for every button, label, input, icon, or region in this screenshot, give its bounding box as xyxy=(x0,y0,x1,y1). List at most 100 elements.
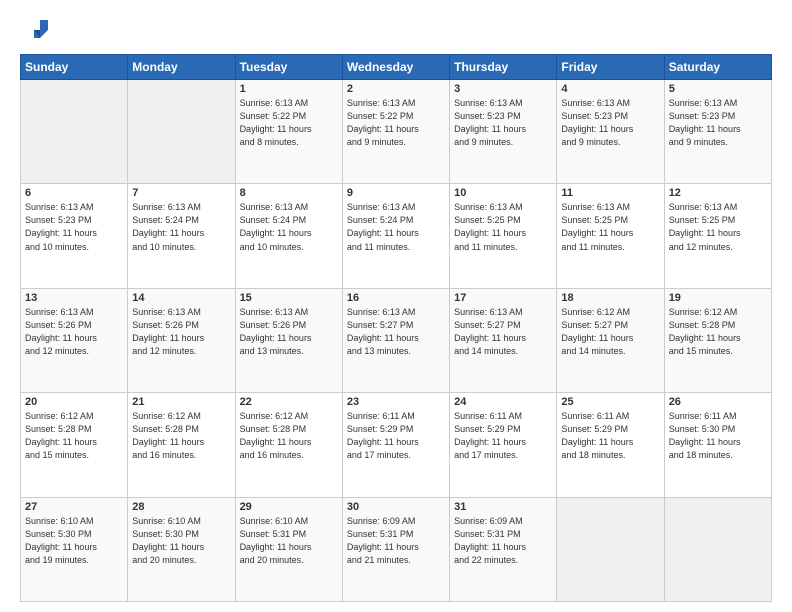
calendar-cell: 1Sunrise: 6:13 AM Sunset: 5:22 PM Daylig… xyxy=(235,80,342,184)
page: SundayMondayTuesdayWednesdayThursdayFrid… xyxy=(0,0,792,612)
calendar-cell: 3 Sunrise: 6:13 AM Sunset: 5:23 PM Daylig… xyxy=(450,80,557,184)
day-number: 20 xyxy=(25,396,123,408)
day-info: Sunrise: 6:13 AM Sunset: 5:22 PM Dayligh… xyxy=(347,97,445,149)
calendar-cell: 19 Sunrise: 6:12 AM Sunset: 5:28 PM Dayli… xyxy=(664,288,771,392)
day-number: 26 xyxy=(669,396,767,408)
calendar-cell: 27 Sunrise: 6:10 AM Sunset: 5:30 PM Dayli… xyxy=(21,497,128,601)
day-number: 16 xyxy=(347,292,445,304)
weekday-header-row: SundayMondayTuesdayWednesdayThursdayFrid… xyxy=(21,55,772,80)
day-info: Sunrise: 6:12 AM Sunset: 5:27 PM Dayligh… xyxy=(561,306,659,358)
day-number: 14 xyxy=(132,292,230,304)
calendar-cell: 16 Sunrise: 6:13 AM Sunset: 5:27 PM Dayli… xyxy=(342,288,449,392)
logo-icon xyxy=(20,16,48,44)
day-info: Sunrise: 6:10 AM Sunset: 5:30 PM Dayligh… xyxy=(25,515,123,567)
day-info: Sunrise: 6:12 AM Sunset: 5:28 PM Dayligh… xyxy=(132,410,230,462)
calendar-cell: 12Sunrise: 6:13 AM Sunset: 5:25 PM Dayli… xyxy=(664,184,771,288)
weekday-header-wednesday: Wednesday xyxy=(342,55,449,80)
calendar-cell: 20 Sunrise: 6:12 AM Sunset: 5:28 PM Dayli… xyxy=(21,393,128,497)
header xyxy=(20,16,772,44)
day-number: 31 xyxy=(454,501,552,513)
calendar-cell: 14 Sunrise: 6:13 AM Sunset: 5:26 PM Dayli… xyxy=(128,288,235,392)
calendar-table: SundayMondayTuesdayWednesdayThursdayFrid… xyxy=(20,54,772,602)
day-number: 4 xyxy=(561,83,659,95)
calendar-cell xyxy=(128,80,235,184)
day-info: Sunrise: 6:10 AM Sunset: 5:30 PM Dayligh… xyxy=(132,515,230,567)
calendar-cell: 18 Sunrise: 6:12 AM Sunset: 5:27 PM Dayli… xyxy=(557,288,664,392)
calendar-cell: 8Sunrise: 6:13 AM Sunset: 5:24 PM Daylig… xyxy=(235,184,342,288)
day-info: Sunrise: 6:13 AM Sunset: 5:23 PM Dayligh… xyxy=(25,201,123,253)
day-info: Sunrise: 6:13 AM Sunset: 5:24 PM Dayligh… xyxy=(132,201,230,253)
day-info: Sunrise: 6:11 AM Sunset: 5:29 PM Dayligh… xyxy=(347,410,445,462)
calendar-cell: 29 Sunrise: 6:10 AM Sunset: 5:31 PM Dayli… xyxy=(235,497,342,601)
day-number: 3 xyxy=(454,83,552,95)
weekday-header-monday: Monday xyxy=(128,55,235,80)
day-info: Sunrise: 6:13 AM Sunset: 5:23 PM Dayligh… xyxy=(669,97,767,149)
day-number: 27 xyxy=(25,501,123,513)
calendar-cell: 31Sunrise: 6:09 AM Sunset: 5:31 PM Dayli… xyxy=(450,497,557,601)
day-info: Sunrise: 6:13 AM Sunset: 5:24 PM Dayligh… xyxy=(347,201,445,253)
logo xyxy=(20,16,52,44)
day-info: Sunrise: 6:11 AM Sunset: 5:30 PM Dayligh… xyxy=(669,410,767,462)
day-info: Sunrise: 6:13 AM Sunset: 5:27 PM Dayligh… xyxy=(454,306,552,358)
day-number: 9 xyxy=(347,187,445,199)
day-number: 10 xyxy=(454,187,552,199)
calendar-cell: 26 Sunrise: 6:11 AM Sunset: 5:30 PM Dayli… xyxy=(664,393,771,497)
day-info: Sunrise: 6:11 AM Sunset: 5:29 PM Dayligh… xyxy=(561,410,659,462)
day-number: 13 xyxy=(25,292,123,304)
day-info: Sunrise: 6:10 AM Sunset: 5:31 PM Dayligh… xyxy=(240,515,338,567)
calendar-cell: 15 Sunrise: 6:13 AM Sunset: 5:26 PM Dayli… xyxy=(235,288,342,392)
day-info: Sunrise: 6:12 AM Sunset: 5:28 PM Dayligh… xyxy=(240,410,338,462)
day-info: Sunrise: 6:13 AM Sunset: 5:26 PM Dayligh… xyxy=(132,306,230,358)
day-number: 1 xyxy=(240,83,338,95)
calendar-cell: 30 Sunrise: 6:09 AM Sunset: 5:31 PM Dayli… xyxy=(342,497,449,601)
day-number: 7 xyxy=(132,187,230,199)
weekday-header-friday: Friday xyxy=(557,55,664,80)
calendar-cell: 24Sunrise: 6:11 AM Sunset: 5:29 PM Dayli… xyxy=(450,393,557,497)
day-number: 29 xyxy=(240,501,338,513)
day-number: 12 xyxy=(669,187,767,199)
calendar-cell: 28 Sunrise: 6:10 AM Sunset: 5:30 PM Dayli… xyxy=(128,497,235,601)
day-number: 23 xyxy=(347,396,445,408)
day-number: 15 xyxy=(240,292,338,304)
day-info: Sunrise: 6:13 AM Sunset: 5:23 PM Dayligh… xyxy=(454,97,552,149)
day-number: 6 xyxy=(25,187,123,199)
day-number: 11 xyxy=(561,187,659,199)
week-row-3: 13 Sunrise: 6:13 AM Sunset: 5:26 PM Dayli… xyxy=(21,288,772,392)
week-row-2: 6 Sunrise: 6:13 AM Sunset: 5:23 PM Daylig… xyxy=(21,184,772,288)
weekday-header-saturday: Saturday xyxy=(664,55,771,80)
week-row-1: 1 Sunrise: 6:13 AM Sunset: 5:22 PM Daylig… xyxy=(21,80,772,184)
weekday-header-tuesday: Tuesday xyxy=(235,55,342,80)
calendar-cell: 9 Sunrise: 6:13 AM Sunset: 5:24 PM Daylig… xyxy=(342,184,449,288)
calendar-cell: 17 Sunrise: 6:13 AM Sunset: 5:27 PM Dayli… xyxy=(450,288,557,392)
week-row-4: 20 Sunrise: 6:12 AM Sunset: 5:28 PM Dayli… xyxy=(21,393,772,497)
day-number: 5 xyxy=(669,83,767,95)
day-number: 28 xyxy=(132,501,230,513)
calendar-cell: 2Sunrise: 6:13 AM Sunset: 5:22 PM Daylig… xyxy=(342,80,449,184)
day-number: 30 xyxy=(347,501,445,513)
day-number: 18 xyxy=(561,292,659,304)
calendar-cell xyxy=(21,80,128,184)
calendar-cell: 10Sunrise: 6:13 AM Sunset: 5:25 PM Dayli… xyxy=(450,184,557,288)
day-number: 19 xyxy=(669,292,767,304)
calendar-cell xyxy=(557,497,664,601)
calendar-cell: 5 Sunrise: 6:13 AM Sunset: 5:23 PM Daylig… xyxy=(664,80,771,184)
calendar-cell: 4Sunrise: 6:13 AM Sunset: 5:23 PM Daylig… xyxy=(557,80,664,184)
day-number: 25 xyxy=(561,396,659,408)
calendar-cell: 11Sunrise: 6:13 AM Sunset: 5:25 PM Dayli… xyxy=(557,184,664,288)
day-number: 8 xyxy=(240,187,338,199)
calendar-cell: 21Sunrise: 6:12 AM Sunset: 5:28 PM Dayli… xyxy=(128,393,235,497)
day-number: 17 xyxy=(454,292,552,304)
calendar-cell: 6 Sunrise: 6:13 AM Sunset: 5:23 PM Daylig… xyxy=(21,184,128,288)
day-info: Sunrise: 6:12 AM Sunset: 5:28 PM Dayligh… xyxy=(669,306,767,358)
day-info: Sunrise: 6:13 AM Sunset: 5:26 PM Dayligh… xyxy=(240,306,338,358)
day-info: Sunrise: 6:09 AM Sunset: 5:31 PM Dayligh… xyxy=(347,515,445,567)
calendar-cell: 13 Sunrise: 6:13 AM Sunset: 5:26 PM Dayli… xyxy=(21,288,128,392)
calendar-cell: 25 Sunrise: 6:11 AM Sunset: 5:29 PM Dayli… xyxy=(557,393,664,497)
calendar-cell: 22 Sunrise: 6:12 AM Sunset: 5:28 PM Dayli… xyxy=(235,393,342,497)
day-number: 22 xyxy=(240,396,338,408)
day-info: Sunrise: 6:12 AM Sunset: 5:28 PM Dayligh… xyxy=(25,410,123,462)
calendar-cell: 7 Sunrise: 6:13 AM Sunset: 5:24 PM Daylig… xyxy=(128,184,235,288)
day-info: Sunrise: 6:13 AM Sunset: 5:27 PM Dayligh… xyxy=(347,306,445,358)
calendar-body: 1 Sunrise: 6:13 AM Sunset: 5:22 PM Daylig… xyxy=(21,80,772,602)
day-info: Sunrise: 6:13 AM Sunset: 5:26 PM Dayligh… xyxy=(25,306,123,358)
